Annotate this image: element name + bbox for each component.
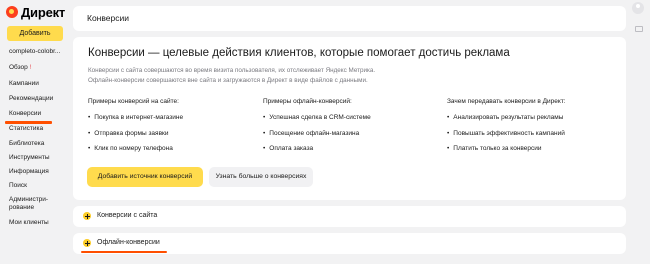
sidebar-item-campaigns[interactable]: Кампании	[9, 80, 39, 88]
sidebar-item-recommendations[interactable]: Рекомендации	[9, 95, 53, 103]
sidebar-item-account[interactable]: completo-colobr...	[9, 48, 60, 56]
sidebar-item-overview[interactable]: Обзор!	[9, 64, 31, 72]
logo-text: Директ	[21, 4, 66, 20]
list-item: Платить только за конверсии	[447, 145, 541, 152]
sidebar-item-label: Информация	[9, 168, 49, 175]
accordion-label: Офлайн-конверсии	[97, 239, 160, 246]
list-item: Оплата заказа	[263, 145, 313, 152]
sidebar-item-information[interactable]: Информация	[9, 168, 49, 176]
list-item: Анализировать результаты рекламы	[447, 114, 563, 121]
sidebar-item-label: completo-colobr...	[9, 48, 61, 55]
sidebar-item-label: Статистика	[9, 125, 44, 132]
avatar[interactable]	[632, 2, 644, 14]
intro-description-offline: Офлайн-конверсии совершаются вне сайта и…	[88, 77, 368, 84]
list-item: Успешная сделка в CRM-системе	[263, 114, 370, 121]
intro-description-site: Конверсии с сайта совершаются во время в…	[88, 67, 376, 74]
sidebar-item-administration-cont[interactable]: рование	[9, 204, 34, 212]
page-title: Конверсии	[87, 13, 129, 23]
sidebar-item-label: Обзор	[9, 64, 28, 71]
accordion-site-conversions[interactable]: Конверсии с сайта	[73, 206, 626, 227]
sidebar-item-administration[interactable]: Админи­стри-	[9, 196, 48, 204]
yandex-logo-icon	[6, 6, 18, 18]
alert-badge: !	[29, 65, 32, 71]
plus-icon	[83, 212, 91, 220]
sidebar-item-library[interactable]: Библиотека	[9, 140, 44, 148]
sidebar-item-my-clients[interactable]: Мои клиенты	[9, 219, 49, 227]
notifications-icon[interactable]	[635, 26, 643, 32]
sidebar: Директ Добавить completo-colobr... Обзор…	[0, 0, 67, 264]
list-item: Покупка в интернет-магазине	[88, 114, 183, 121]
sidebar-item-label: рование	[9, 204, 35, 211]
column-heading-site: Примеры конверсий на сайте:	[88, 98, 179, 105]
direct-logo[interactable]: Директ	[6, 3, 65, 21]
active-item-underline	[5, 121, 52, 124]
learn-more-button[interactable]: Узнать больше о конверсиях	[209, 167, 313, 187]
sidebar-item-label: Рекомендации	[9, 95, 54, 102]
list-item: Посещение офлайн-магазина	[263, 130, 359, 137]
sidebar-item-search[interactable]: Поиск	[9, 182, 27, 190]
page-header: Конверсии	[73, 6, 626, 31]
list-item: Клик по номеру телефона	[88, 145, 173, 152]
sidebar-item-tools[interactable]: Инструменты	[9, 154, 50, 162]
highlight-underline	[81, 251, 167, 253]
sidebar-item-conversions[interactable]: Конверсии	[9, 110, 41, 118]
sidebar-item-label: Инструменты	[9, 154, 50, 161]
add-conversion-source-button[interactable]: Добавить источник конверсий	[87, 167, 203, 187]
column-heading-why: Зачем передавать конверсии в Директ:	[447, 98, 566, 105]
plus-icon	[83, 239, 91, 247]
accordion-offline-conversions[interactable]: Офлайн-конверсии	[73, 233, 626, 254]
column-heading-offline: Примеры офлайн-конверсий:	[263, 98, 352, 105]
add-button[interactable]: Добавить	[7, 26, 63, 41]
conversions-intro-card: Конверсии — целевые действия клиентов, к…	[73, 37, 626, 200]
intro-title: Конверсии — целевые действия клиентов, к…	[88, 47, 510, 59]
sidebar-item-label: Библиотека	[9, 140, 45, 147]
sidebar-item-label: Мои клиенты	[9, 219, 49, 226]
sidebar-item-statistics[interactable]: Статистика	[9, 125, 43, 133]
accordion-label: Конверсии с сайта	[97, 212, 158, 219]
sidebar-item-label: Кампании	[9, 80, 39, 87]
list-item: Повышать эффективность кампаний	[447, 130, 565, 137]
sidebar-item-label: Конверсии	[9, 110, 42, 117]
sidebar-item-label: Админи­стри-	[9, 196, 49, 203]
list-item: Отправка формы заявки	[88, 130, 168, 137]
sidebar-item-label: Поиск	[9, 182, 28, 189]
